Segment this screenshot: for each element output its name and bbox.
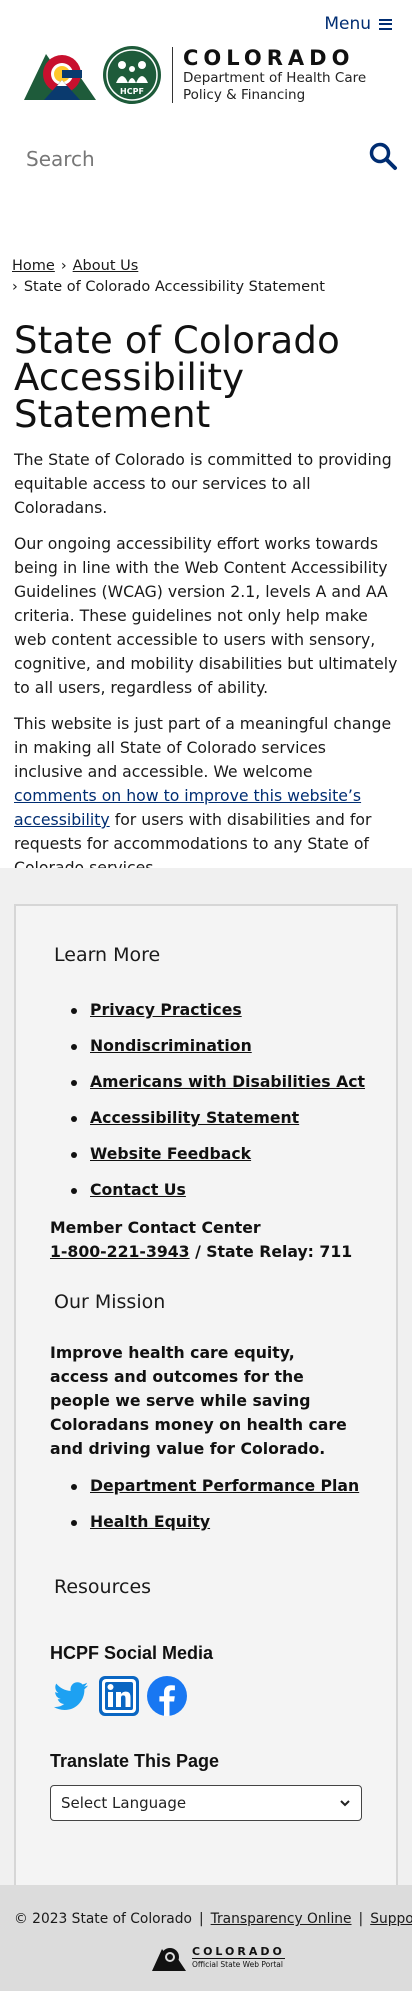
search-bar [0,128,412,192]
hamburger-icon [379,18,392,30]
pipe-divider: | [358,1911,364,1927]
breadcrumb: Home › About Us › State of Colorado Accessi… [12,256,402,298]
breadcrumb-current: State of Colorado Accessibility Statemen… [23,279,325,295]
privacy-practices-link[interactable]: Privacy Practices [90,1000,242,1019]
logo-colorado: COLORADO [183,46,355,70]
website-feedback-link[interactable]: Website Feedback [90,1144,251,1163]
linkedin-icon[interactable] [98,1675,140,1717]
breadcrumb-home-link[interactable]: Home [12,258,55,274]
portal-subtitle: Official State Web Portal [192,1958,285,1969]
language-select-value: Select Language [61,1794,187,1812]
support-link[interactable]: Support [370,1911,412,1927]
contact-us-link[interactable]: Contact Us [90,1180,186,1199]
breadcrumb-separator-icon: › [12,279,18,295]
accessibility-statement-link[interactable]: Accessibility Statement [90,1108,299,1127]
breadcrumb-about-link[interactable]: About Us [73,258,139,274]
colorado-logo-icon [24,54,96,100]
breadcrumb-separator-icon: › [60,258,67,274]
list-item: Contact Us [50,1179,365,1215]
mission-heading: Our Mission [54,1291,166,1313]
logo-text: COLORADO Department of Health Care Polic… [183,46,366,104]
logo-divider [172,47,173,103]
member-contact: Member Contact Center 1-800-221-3943 / S… [50,1216,352,1264]
list-item: Department Performance Plan [50,1475,359,1511]
hcpf-logo-icon: HCPF [103,46,161,104]
list-item: Privacy Practices [50,999,365,1035]
list-item: Americans with Disabilities Act [50,1071,365,1107]
mission-links: Department Performance Plan Health Equit… [50,1475,359,1547]
state-portal-logo[interactable]: COLORADO Official State Web Portal [152,1943,285,1973]
list-item: Accessibility Statement [50,1107,365,1143]
menu-button[interactable]: Menu [324,14,392,34]
main-content: The State of Colorado is committed to pr… [14,448,398,892]
ada-link[interactable]: Americans with Disabilities Act [90,1072,365,1091]
social-links [50,1675,188,1717]
feedback-paragraph: This website is just part of a meaningfu… [14,712,398,880]
twitter-icon[interactable] [50,1675,92,1717]
learn-more-list: Privacy Practices Nondiscrimination Amer… [50,999,365,1215]
site-header: Menu HCPF COLORADO Department of Health … [0,0,412,112]
hcpf-badge-text: HCPF [120,87,144,96]
chevron-down-icon [340,1800,350,1807]
contact-phone-link[interactable]: 1-800-221-3943 [50,1242,190,1261]
page-title: State of Colorado Accessibility Statemen… [14,319,340,436]
list-item: Health Equity [50,1511,359,1547]
search-input[interactable] [14,138,344,180]
intro-paragraph: The State of Colorado is committed to pr… [14,450,392,517]
list-item: Nondiscrimination [50,1035,365,1071]
pipe-divider: | [198,1911,204,1927]
portal-text: COLORADO Official State Web Portal [192,1946,285,1970]
copyright-row: © 2023 State of Colorado | Transparency On… [14,1911,412,1927]
list-item: Website Feedback [50,1143,365,1179]
contact-label: Member Contact Center [50,1218,261,1237]
bottom-bar: © 2023 State of Colorado | Transparency On… [0,1885,412,1991]
transparency-link[interactable]: Transparency Online [211,1911,352,1927]
contact-relay: / State Relay: 711 [189,1242,353,1261]
language-select[interactable]: Select Language [50,1785,362,1821]
copyright-text: © 2023 State of Colorado [14,1911,192,1927]
translate-heading: Translate This Page [50,1751,220,1771]
learn-more-heading: Learn More [54,944,161,966]
social-heading: HCPF Social Media [50,1643,214,1663]
wcag-paragraph: Our ongoing accessibility effort works t… [14,534,398,697]
search-icon[interactable] [368,141,398,171]
feedback-text-before: This website is just part of a meaningfu… [14,714,392,781]
portal-colorado: COLORADO [192,1945,285,1958]
colorado-portal-logo-icon [152,1948,186,1971]
nondiscrimination-link[interactable]: Nondiscrimination [90,1036,252,1055]
mission-text: Improve health care equity, access and o… [50,1343,347,1458]
facebook-icon[interactable] [146,1675,188,1717]
performance-plan-link[interactable]: Department Performance Plan [90,1476,359,1495]
site-logo[interactable]: HCPF COLORADO Department of Health Care … [24,44,366,106]
logo-dept-line2: Policy & Financing [183,87,306,103]
resources-heading: Resources [54,1576,152,1598]
menu-label: Menu [324,14,371,34]
logo-dept-line1: Department of Health Care [183,70,367,86]
health-equity-link[interactable]: Health Equity [90,1512,210,1531]
